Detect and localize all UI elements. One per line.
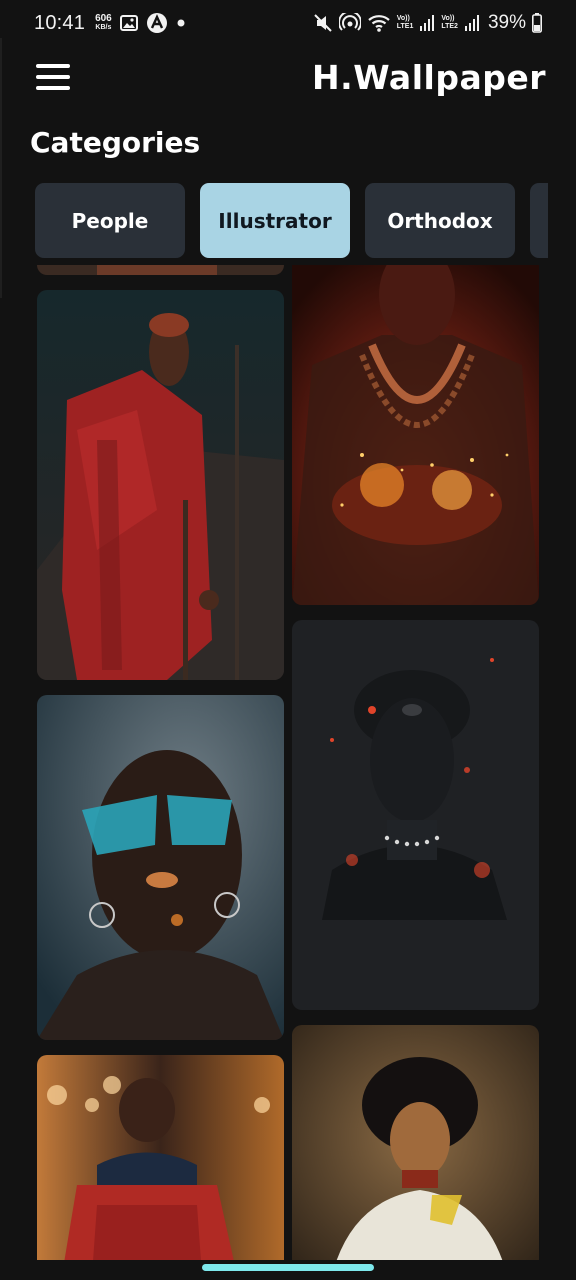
app-title: H.Wallpaper	[312, 58, 546, 97]
category-chips[interactable]: People Illustrator Orthodox	[35, 183, 548, 259]
wallpaper-card[interactable]	[292, 1025, 539, 1260]
chip-illustrator[interactable]: Illustrator	[200, 183, 350, 258]
volte-label-1: Vo))	[396, 15, 410, 22]
wallpaper-card[interactable]	[37, 290, 284, 680]
lte1-indicator: Vo)) LTE1	[397, 15, 414, 31]
status-bar: 10:41 606 KB/s Vo)) LTE1 Vo)) LTE2 39%	[0, 0, 576, 46]
notification-dot-icon	[176, 18, 186, 28]
wifi-icon	[367, 13, 391, 33]
lte1-label: LTE1	[396, 23, 414, 30]
hamburger-menu-icon[interactable]	[36, 64, 70, 90]
network-speed-value: 606	[95, 13, 112, 24]
network-speed: 606 KB/s	[95, 14, 112, 32]
app-bar: H.Wallpaper	[0, 56, 576, 100]
categories-heading: Categories	[30, 126, 201, 159]
chip-people[interactable]: People	[35, 183, 185, 258]
chip-orthodox[interactable]: Orthodox	[365, 183, 515, 258]
wallpaper-card[interactable]	[37, 695, 284, 1040]
gallery-icon	[119, 15, 138, 31]
mute-icon	[313, 13, 333, 33]
menu-line	[36, 86, 70, 90]
wallpaper-card-partial[interactable]	[37, 265, 284, 275]
lte2-label: LTE2	[441, 23, 458, 30]
menu-line	[36, 64, 70, 68]
hotspot-icon	[338, 13, 361, 33]
lte2-indicator: Vo)) LTE2	[441, 15, 458, 31]
home-indicator[interactable]	[202, 1264, 374, 1271]
signal-sim1-icon	[419, 14, 435, 32]
signal-sim2-icon	[464, 14, 480, 32]
wallpaper-grid[interactable]	[0, 265, 576, 1260]
battery-percent: 39%	[487, 12, 526, 33]
volte-label-2: Vo))	[441, 15, 455, 22]
menu-line	[36, 75, 70, 79]
wallpaper-card[interactable]	[37, 1055, 284, 1260]
chip-partial[interactable]	[530, 183, 548, 258]
app-notification-icon	[146, 12, 168, 34]
battery-icon	[532, 13, 542, 33]
wallpaper-card[interactable]	[292, 265, 539, 605]
status-time: 10:41	[34, 11, 86, 34]
wallpaper-card[interactable]	[292, 620, 539, 1010]
network-speed-unit: KB/s	[95, 24, 112, 31]
